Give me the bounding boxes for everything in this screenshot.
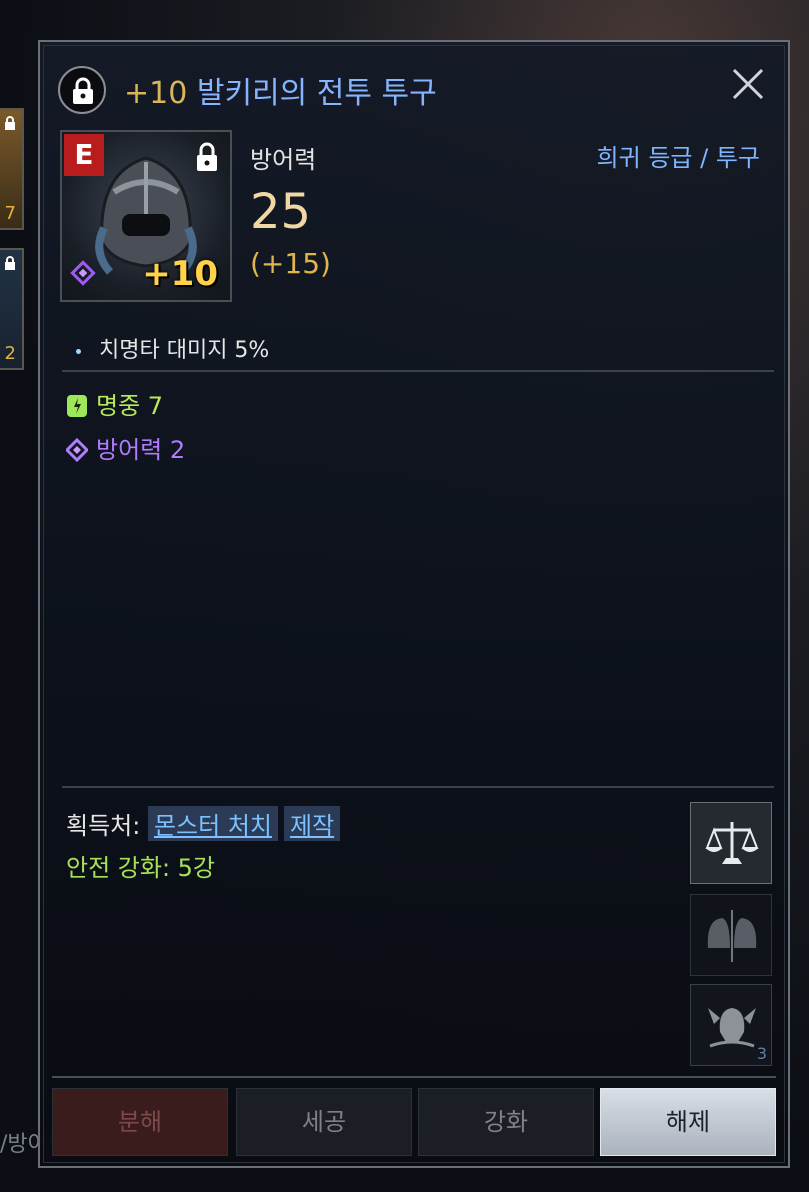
source-tag-monster[interactable]: 몬스터 처치 xyxy=(147,806,278,841)
lock-icon xyxy=(197,142,217,171)
defense-bonus: (+15) xyxy=(250,247,331,280)
slot-count: 7 xyxy=(4,203,16,224)
collection-button[interactable]: 3 xyxy=(690,984,772,1066)
option-label: 명중 7 xyxy=(96,392,164,420)
crit-damage-stat: 치명타 대미지 5% xyxy=(76,332,269,364)
divider xyxy=(62,786,774,788)
grade-badge: E xyxy=(64,134,104,176)
defense-value: 25 xyxy=(250,184,312,240)
collection-count: 3 xyxy=(756,1044,767,1063)
title-item-name: 발키리의 전투 투구 xyxy=(196,76,437,111)
accuracy-icon xyxy=(67,395,87,417)
crit-damage-text: 치명타 대미지 5% xyxy=(99,338,270,363)
lock-toggle-button[interactable] xyxy=(58,66,106,114)
close-icon[interactable] xyxy=(728,64,768,104)
compare-helmet-icon xyxy=(707,910,757,962)
defense-label: 방어력 xyxy=(250,146,317,174)
polish-button[interactable]: 세공 xyxy=(236,1088,412,1156)
decompose-button[interactable]: 분해 xyxy=(52,1088,228,1156)
slot-count: 2 xyxy=(4,343,16,364)
source-tag-craft[interactable]: 제작 xyxy=(284,806,341,841)
acquisition-source: 획득처: 몬스터 처치 제작 xyxy=(66,806,346,841)
option-accuracy: 명중 7 xyxy=(66,386,163,421)
item-title: +10 발키리의 전투 투구 xyxy=(124,68,437,112)
rune-diamond-icon xyxy=(66,438,88,462)
item-tooltip: +10 발키리의 전투 투구 E +10 방어력 25 (+15) 희귀 등급 … xyxy=(38,40,790,1168)
enhance-button[interactable]: 강화 xyxy=(418,1088,594,1156)
divider xyxy=(52,1076,776,1078)
compare-button[interactable] xyxy=(690,894,772,976)
inventory-slot-edge[interactable]: 2 xyxy=(0,248,24,370)
rarity-category: 희귀 등급 / 투구 xyxy=(596,144,760,172)
safe-enhance-info: 안전 강화: 5강 xyxy=(66,854,216,882)
lock-icon xyxy=(5,116,15,130)
lock-icon xyxy=(5,256,15,270)
unlock-button[interactable]: 해제 xyxy=(600,1088,776,1156)
lock-icon xyxy=(73,77,93,104)
option-label: 방어력 2 xyxy=(96,436,186,464)
inventory-slot-edge[interactable]: 7 xyxy=(0,108,24,230)
option-defense: 방어력 2 xyxy=(66,430,185,465)
source-label: 획득처: xyxy=(66,812,141,840)
bullet-icon xyxy=(76,348,81,354)
winged-helmet-icon xyxy=(708,1008,756,1048)
market-price-button[interactable] xyxy=(690,802,772,884)
title-enhance-level: +10 xyxy=(124,76,188,111)
divider xyxy=(62,370,774,372)
item-enhance-level: +10 xyxy=(142,254,218,294)
scale-icon xyxy=(705,822,759,864)
item-icon: E +10 xyxy=(60,130,232,302)
